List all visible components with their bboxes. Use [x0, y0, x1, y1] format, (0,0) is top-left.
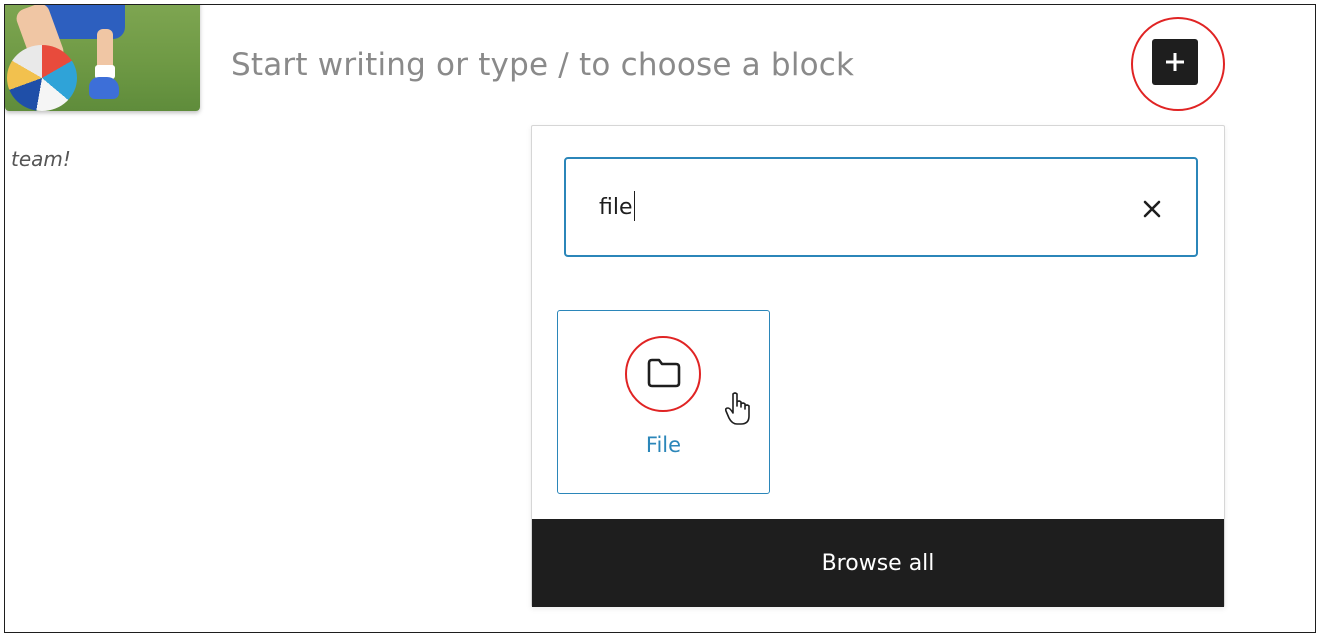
editor-canvas: team! Start writing or type / to choose … [4, 4, 1316, 633]
plus-icon [1166, 53, 1184, 71]
text-caret [633, 191, 636, 221]
block-inserter-popover: file File Browse all [531, 125, 1225, 607]
browse-all-button[interactable]: Browse all [532, 519, 1224, 607]
add-block-button[interactable] [1152, 39, 1198, 85]
search-input-value: file [599, 191, 636, 221]
close-icon [1143, 200, 1161, 218]
soccer-ball [7, 45, 77, 111]
paragraph-placeholder[interactable]: Start writing or type / to choose a bloc… [231, 47, 854, 83]
photo-detail [89, 77, 119, 99]
clear-search-button[interactable] [1138, 195, 1166, 223]
search-text: file [599, 195, 633, 220]
block-result-label: File [645, 433, 682, 457]
folder-icon [644, 353, 684, 393]
block-search-input[interactable]: file [564, 157, 1198, 257]
image-block-thumbnail[interactable] [5, 5, 200, 111]
hand-pointer-cursor-icon [724, 392, 750, 425]
image-caption[interactable]: team! [11, 147, 71, 171]
